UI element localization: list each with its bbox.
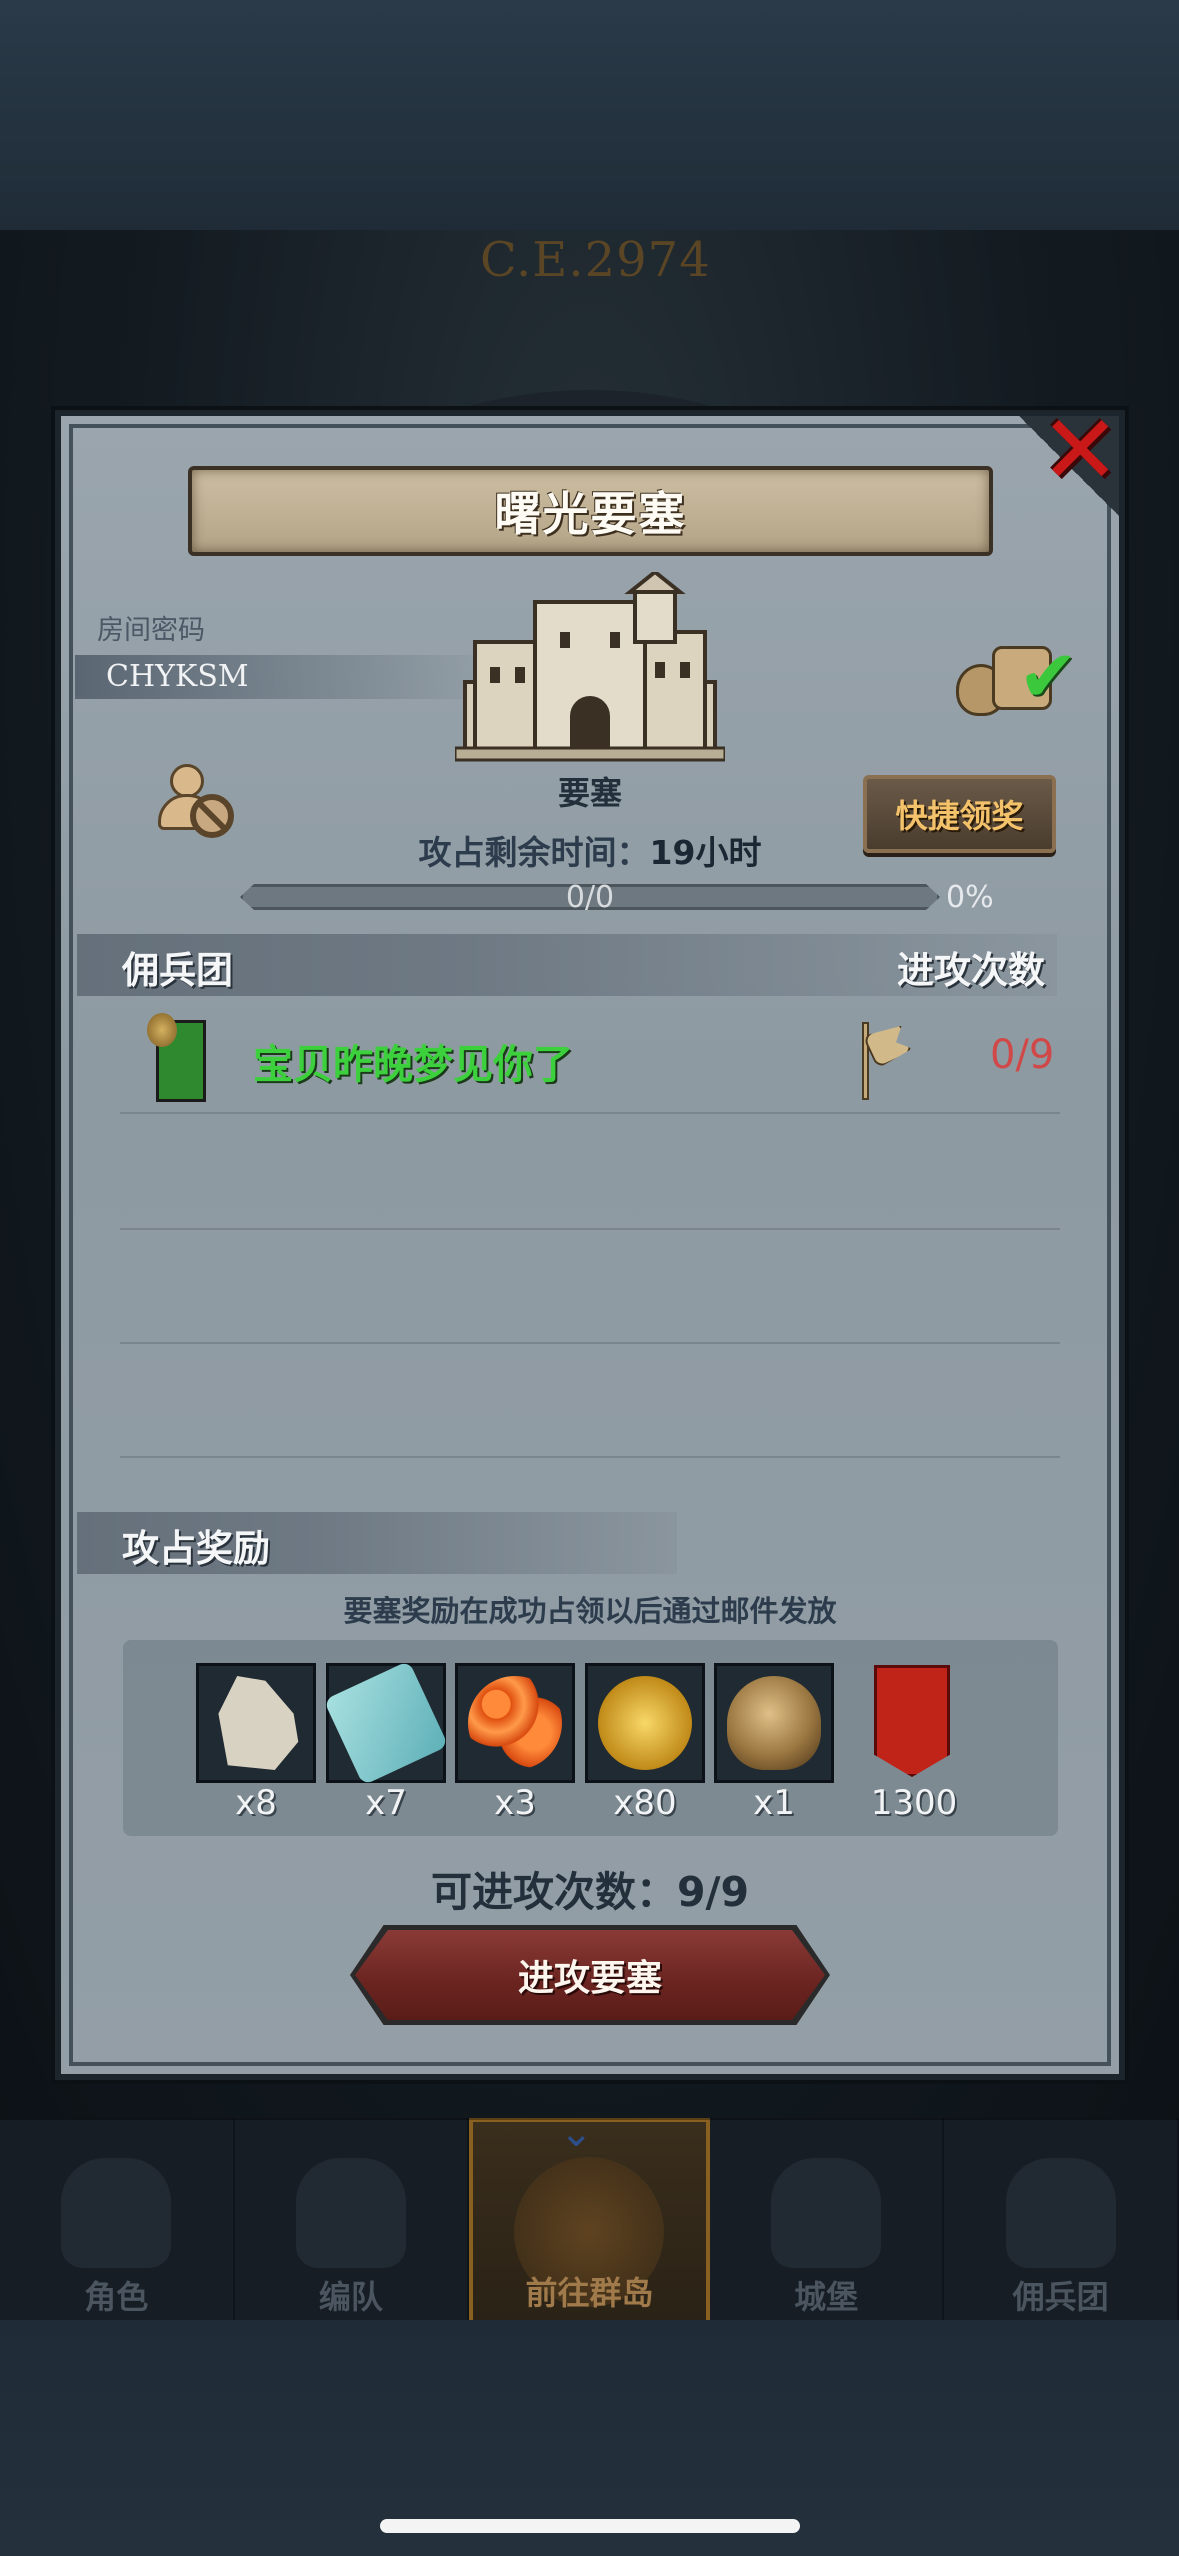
reward-slot[interactable] xyxy=(714,1663,834,1783)
rewards-header: 攻占奖励 xyxy=(122,1527,270,1570)
knight-icon xyxy=(61,2158,172,2268)
timer-label: 攻占剩余时间： xyxy=(418,833,650,872)
sword-icon xyxy=(1005,2158,1116,2268)
reward-note: 要塞奖励在成功占领以后通过邮件发放 xyxy=(343,1594,837,1628)
mercenary-header: 佣兵团 xyxy=(122,949,233,992)
guild-name: 宝贝昨晚梦见你了 xyxy=(253,1042,573,1088)
timer-value: 19小时 xyxy=(649,833,762,872)
nav-item-mercenary[interactable]: 佣兵团 xyxy=(944,2118,1179,2328)
reward-slot[interactable] xyxy=(323,1660,449,1786)
bottom-navbar: 角色 编队 ⌄ 前往群岛 城堡 佣兵团 xyxy=(0,2110,1179,2328)
close-button[interactable]: ✕ xyxy=(1040,394,1121,506)
attack-fortress-button[interactable]: 进攻要塞 xyxy=(355,1930,825,2020)
guild-attack-count: 0/9 xyxy=(990,1032,1055,1078)
guild-emblem-icon xyxy=(147,1013,206,1102)
horse-icon xyxy=(218,1676,299,1770)
guild-row[interactable]: 宝贝昨晚梦见你了 0/9 xyxy=(120,1010,1060,1114)
nav-label: 编队 xyxy=(318,2278,383,2316)
no-user-icon[interactable] xyxy=(158,764,238,840)
reward-qty: x80 xyxy=(613,1783,677,1823)
attack-count-header: 进攻次数 xyxy=(897,949,1045,992)
nav-item-formation[interactable]: 编队 xyxy=(235,2118,470,2328)
quick-claim-button[interactable]: 快捷领奖 xyxy=(863,775,1056,853)
home-indicator[interactable] xyxy=(380,2519,800,2533)
rewards-collected-icon: ✔ xyxy=(956,634,1086,722)
reward-slot[interactable] xyxy=(455,1663,575,1783)
nav-label: 角色 xyxy=(84,2278,149,2316)
nav-item-character[interactable]: 角色 xyxy=(0,2118,235,2328)
nav-item-castle[interactable]: 城堡 xyxy=(710,2118,945,2328)
dialog-title: 曙光要塞 xyxy=(494,487,687,541)
helmet-icon xyxy=(727,1676,821,1770)
empty-row-divider xyxy=(120,1228,1060,1230)
reward-slot[interactable] xyxy=(585,1663,705,1783)
gold-coin-icon xyxy=(598,1676,692,1770)
caviar-icon xyxy=(468,1676,562,1770)
castle-icon xyxy=(771,2158,882,2268)
reward-slot[interactable] xyxy=(196,1663,316,1783)
cloth-icon xyxy=(323,1660,449,1786)
flag-icon xyxy=(856,1022,912,1100)
remaining-attempts: 可进攻次数：9/9 xyxy=(430,1868,750,1916)
building-name: 要塞 xyxy=(557,774,622,812)
nav-label: 佣兵团 xyxy=(1012,2278,1109,2316)
nav-label: 城堡 xyxy=(794,2278,859,2316)
checkmark-icon: ✔ xyxy=(1018,634,1079,718)
progress-percent: 0% xyxy=(946,880,994,915)
nav-label: 前往群岛 xyxy=(525,2274,654,2312)
reward-qty: 1300 xyxy=(870,1783,958,1823)
reward-qty: x8 xyxy=(235,1783,277,1823)
attack-button-label: 进攻要塞 xyxy=(517,1958,662,1999)
guild-banner-icon[interactable] xyxy=(874,1665,950,1777)
capture-timer: 攻占剩余时间：19小时 xyxy=(300,826,880,874)
nav-item-islands[interactable]: ⌄ 前往群岛 xyxy=(469,2110,710,2328)
close-icon: ✕ xyxy=(1040,394,1121,506)
room-code[interactable]: CHYKSM xyxy=(106,659,249,694)
room-password-label: 房间密码 xyxy=(97,615,205,646)
reward-qty: x7 xyxy=(365,1783,407,1823)
quick-claim-label: 快捷领奖 xyxy=(895,797,1024,835)
reward-qty: x1 xyxy=(753,1783,795,1823)
reward-qty: x3 xyxy=(494,1783,536,1823)
helmet-icon xyxy=(295,2158,406,2268)
fortress-icon xyxy=(455,572,725,762)
status-bar-area xyxy=(0,0,1179,230)
progress-count: 0/0 xyxy=(565,880,615,915)
title-plate: 曙光要塞 xyxy=(188,466,993,556)
empty-row-divider xyxy=(120,1342,1060,1344)
empty-row-divider xyxy=(120,1456,1060,1458)
